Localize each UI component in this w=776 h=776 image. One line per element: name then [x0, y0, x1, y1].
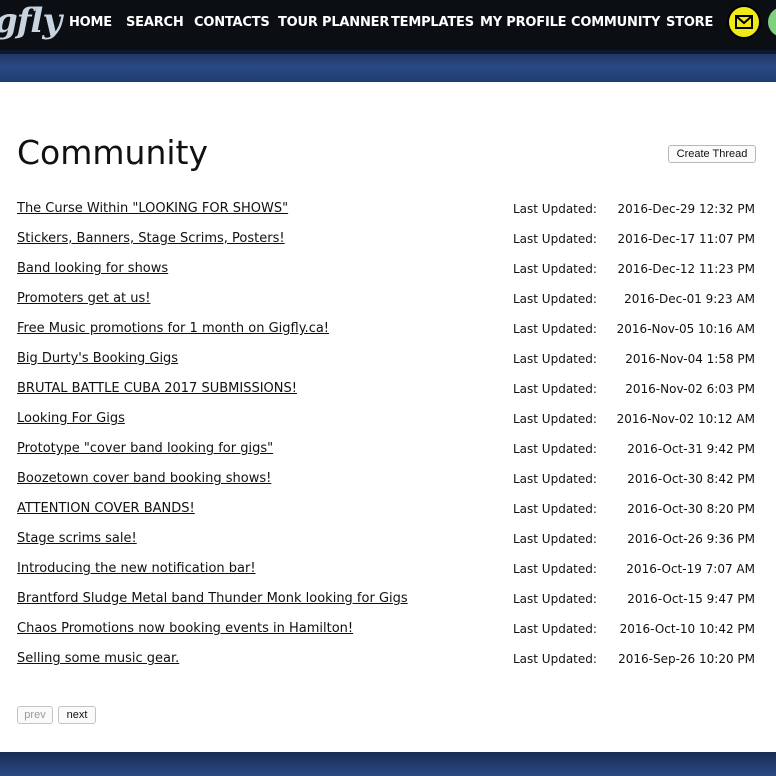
thread-title-link[interactable]: Introducing the new notification bar!: [17, 560, 256, 578]
footer-band: [0, 752, 776, 776]
thread-title-link[interactable]: BRUTAL BATTLE CUBA 2017 SUBMISSIONS!: [17, 380, 297, 398]
table-row: Brantford Sludge Metal band Thunder Monk…: [0, 588, 776, 618]
top-navigation-bar: gfly HOME SEARCH CONTACTS TOUR PLANNER T…: [0, 0, 776, 50]
table-row: Band looking for shows Last Updated: 201…: [0, 258, 776, 288]
nav-templates[interactable]: TEMPLATES: [391, 13, 474, 33]
table-row: Boozetown cover band booking shows! Last…: [0, 468, 776, 498]
thread-title-link[interactable]: Stickers, Banners, Stage Scrims, Posters…: [17, 230, 285, 248]
page-title: Community: [17, 133, 208, 172]
last-updated-label: Last Updated:: [513, 322, 597, 336]
prev-page-button[interactable]: prev: [17, 706, 53, 724]
thread-title-link[interactable]: The Curse Within "LOOKING FOR SHOWS": [17, 200, 288, 218]
last-updated-date: 2016-Nov-02 6:03 PM: [625, 382, 755, 396]
last-updated-label: Last Updated:: [513, 412, 597, 426]
table-row: Big Durty's Booking Gigs Last Updated: 2…: [0, 348, 776, 378]
thread-title-link[interactable]: Brantford Sludge Metal band Thunder Monk…: [17, 590, 408, 608]
table-row: Free Music promotions for 1 month on Gig…: [0, 318, 776, 348]
thread-title-link[interactable]: Prototype "cover band looking for gigs": [17, 440, 273, 458]
nav-search[interactable]: SEARCH: [126, 13, 184, 33]
thread-title-link[interactable]: Chaos Promotions now booking events in H…: [17, 620, 353, 638]
last-updated-date: 2016-Dec-01 9:23 AM: [624, 292, 755, 306]
last-updated-date: 2016-Oct-10 10:42 PM: [619, 622, 755, 636]
next-page-button[interactable]: next: [58, 706, 96, 724]
table-row: Looking For Gigs Last Updated: 2016-Nov-…: [0, 408, 776, 438]
table-row: BRUTAL BATTLE CUBA 2017 SUBMISSIONS! Las…: [0, 378, 776, 408]
nav-home[interactable]: HOME: [69, 13, 112, 33]
last-updated-label: Last Updated:: [513, 382, 597, 396]
thread-title-link[interactable]: Selling some music gear.: [17, 650, 179, 668]
last-updated-label: Last Updated:: [513, 442, 597, 456]
sub-navigation-band: [0, 50, 776, 82]
last-updated-date: 2016-Nov-05 10:16 AM: [616, 322, 755, 336]
thread-list: The Curse Within "LOOKING FOR SHOWS" Las…: [0, 198, 776, 678]
thread-title-link[interactable]: ATTENTION COVER BANDS!: [17, 500, 195, 518]
green-circle-icon[interactable]: [768, 7, 776, 37]
last-updated-date: 2016-Oct-15 9:47 PM: [627, 592, 755, 606]
last-updated-label: Last Updated:: [513, 292, 597, 306]
last-updated-date: 2016-Nov-02 10:12 AM: [616, 412, 755, 426]
thread-title-link[interactable]: Stage scrims sale!: [17, 530, 137, 548]
last-updated-label: Last Updated:: [513, 622, 597, 636]
table-row: Stickers, Banners, Stage Scrims, Posters…: [0, 228, 776, 258]
last-updated-label: Last Updated:: [513, 472, 597, 486]
last-updated-date: 2016-Nov-04 1:58 PM: [625, 352, 755, 366]
last-updated-date: 2016-Dec-12 11:23 PM: [617, 262, 756, 276]
table-row: ATTENTION COVER BANDS! Last Updated: 201…: [0, 498, 776, 528]
site-logo[interactable]: gfly: [0, 2, 62, 40]
last-updated-label: Last Updated:: [513, 562, 597, 576]
last-updated-label: Last Updated:: [513, 262, 597, 276]
last-updated-date: 2016-Oct-31 9:42 PM: [627, 442, 755, 456]
last-updated-date: 2016-Oct-26 9:36 PM: [627, 532, 755, 546]
table-row: The Curse Within "LOOKING FOR SHOWS" Las…: [0, 198, 776, 228]
table-row: Introducing the new notification bar! La…: [0, 558, 776, 588]
table-row: Prototype "cover band looking for gigs" …: [0, 438, 776, 468]
nav-tour-planner[interactable]: TOUR PLANNER: [278, 13, 389, 33]
messages-button[interactable]: [727, 5, 761, 39]
thread-title-link[interactable]: Looking For Gigs: [17, 410, 125, 428]
nav-contacts[interactable]: CONTACTS: [194, 13, 270, 33]
thread-title-link[interactable]: Band looking for shows: [17, 260, 168, 278]
last-updated-date: 2016-Oct-30 8:42 PM: [627, 472, 755, 486]
last-updated-label: Last Updated:: [513, 592, 597, 606]
create-thread-button[interactable]: Create Thread: [668, 145, 756, 163]
last-updated-date: 2016-Oct-19 7:07 AM: [626, 562, 755, 576]
nav-community[interactable]: COMMUNITY: [571, 13, 660, 33]
last-updated-label: Last Updated:: [513, 202, 597, 216]
nav-store[interactable]: STORE: [666, 13, 713, 33]
last-updated-date: 2016-Dec-29 12:32 PM: [617, 202, 756, 216]
last-updated-label: Last Updated:: [513, 502, 597, 516]
thread-title-link[interactable]: Promoters get at us!: [17, 290, 151, 308]
envelope-icon: [735, 15, 753, 29]
table-row: Chaos Promotions now booking events in H…: [0, 618, 776, 648]
nav-my-profile[interactable]: MY PROFILE: [480, 13, 567, 33]
last-updated-label: Last Updated:: [513, 652, 597, 666]
last-updated-date: 2016-Dec-17 11:07 PM: [617, 232, 756, 246]
table-row: Promoters get at us! Last Updated: 2016-…: [0, 288, 776, 318]
thread-title-link[interactable]: Free Music promotions for 1 month on Gig…: [17, 320, 329, 338]
table-row: Selling some music gear. Last Updated: 2…: [0, 648, 776, 678]
last-updated-date: 2016-Oct-30 8:20 PM: [627, 502, 755, 516]
last-updated-label: Last Updated:: [513, 352, 597, 366]
last-updated-label: Last Updated:: [513, 232, 597, 246]
last-updated-label: Last Updated:: [513, 532, 597, 546]
last-updated-date: 2016-Sep-26 10:20 PM: [618, 652, 755, 666]
thread-title-link[interactable]: Big Durty's Booking Gigs: [17, 350, 178, 368]
table-row: Stage scrims sale! Last Updated: 2016-Oc…: [0, 528, 776, 558]
thread-title-link[interactable]: Boozetown cover band booking shows!: [17, 470, 271, 488]
